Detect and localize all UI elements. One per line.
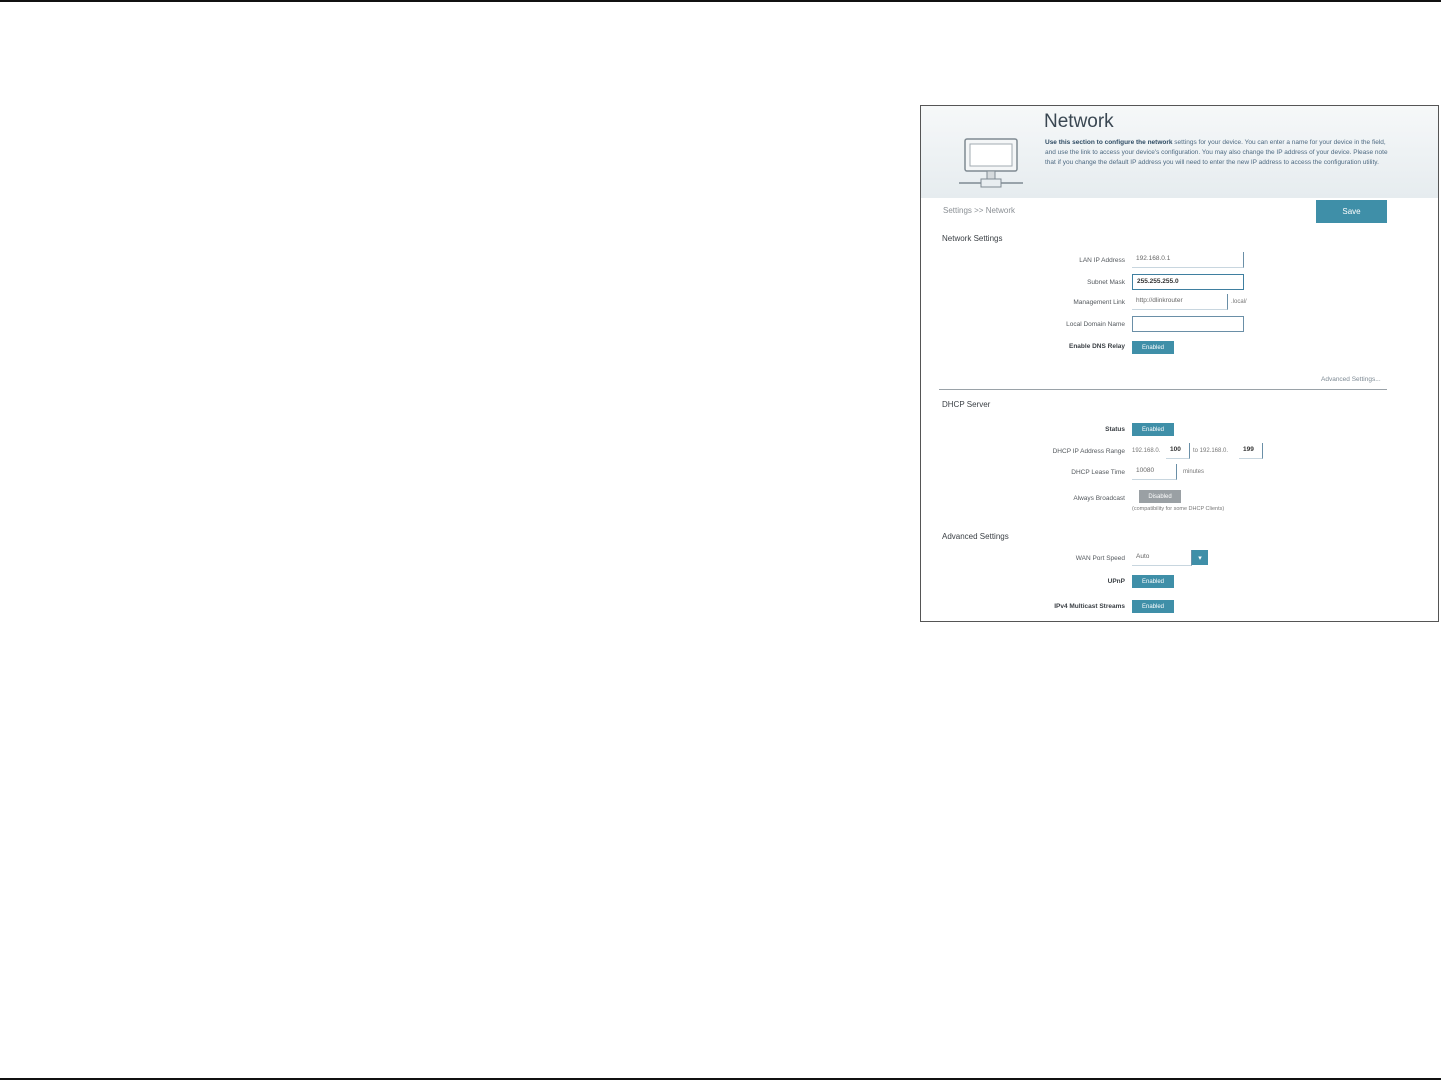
page-description: Use this section to configure the networ… [1045,138,1395,168]
network-settings-title: Network Settings [942,234,1003,243]
management-link-label: Management Link [1073,299,1125,306]
dhcp-range-mid: to 192.168.0. [1193,448,1229,454]
network-settings-panel: Network Use this section to configure th… [920,105,1439,622]
lease-time-label: DHCP Lease Time [1071,469,1125,476]
local-domain-label: Local Domain Name [1066,321,1125,328]
save-button[interactable]: Save [1316,200,1387,223]
dns-relay-toggle[interactable]: Enabled [1132,341,1174,354]
dns-relay-label: Enable DNS Relay [1069,343,1125,350]
dhcp-range-prefix: 192.168.0. [1132,448,1161,454]
computer-network-icon [959,138,1023,188]
wan-port-speed-label: WAN Port Speed [1075,555,1125,562]
advanced-settings-link[interactable]: Advanced Settings... [1321,376,1381,383]
always-broadcast-toggle[interactable]: Disabled [1139,490,1181,503]
local-domain-input[interactable] [1132,316,1244,332]
dhcp-range-end-input[interactable]: 199 [1239,443,1263,459]
upnp-label: UPnP [1107,578,1125,585]
dhcp-range-start-input[interactable]: 100 [1166,443,1190,459]
page-banner: Network Use this section to configure th… [921,106,1438,198]
section-divider [939,389,1387,390]
page-bottom-rule [0,1078,1441,1080]
advanced-settings-title: Advanced Settings [942,532,1009,541]
dhcp-server-title: DHCP Server [942,400,991,409]
always-broadcast-note: (compatibility for some DHCP Clients) [1132,506,1225,512]
ipv4-multicast-toggle[interactable]: Enabled [1132,600,1174,613]
lease-time-unit: minutes [1183,469,1205,475]
breadcrumb[interactable]: Settings >> Network [943,206,1015,215]
lease-time-input[interactable]: 10080 [1132,464,1177,480]
management-link-input[interactable]: http://dlinkrouter [1132,294,1228,310]
page-top-rule [0,0,1441,2]
dhcp-status-toggle[interactable]: Enabled [1132,423,1174,436]
chevron-down-icon[interactable]: ▾ [1192,550,1208,565]
description-lead: Use this section to configure the networ… [1045,139,1173,146]
lan-ip-input[interactable]: 192.168.0.1 [1132,252,1244,268]
page-title: Network [1044,111,1114,132]
lan-ip-label: LAN IP Address [1079,257,1125,264]
management-link-suffix: .local/ [1231,299,1247,305]
ipv4-multicast-label: IPv4 Multicast Streams [1054,603,1125,610]
dhcp-status-label: Status [1105,426,1125,433]
dhcp-range-label: DHCP IP Address Range [1052,448,1125,455]
subnet-mask-input[interactable]: 255.255.255.0 [1132,274,1244,290]
wan-port-speed-select[interactable]: Auto [1132,550,1192,566]
subnet-mask-label: Subnet Mask [1087,279,1125,286]
always-broadcast-label: Always Broadcast [1073,495,1125,502]
upnp-toggle[interactable]: Enabled [1132,575,1174,588]
